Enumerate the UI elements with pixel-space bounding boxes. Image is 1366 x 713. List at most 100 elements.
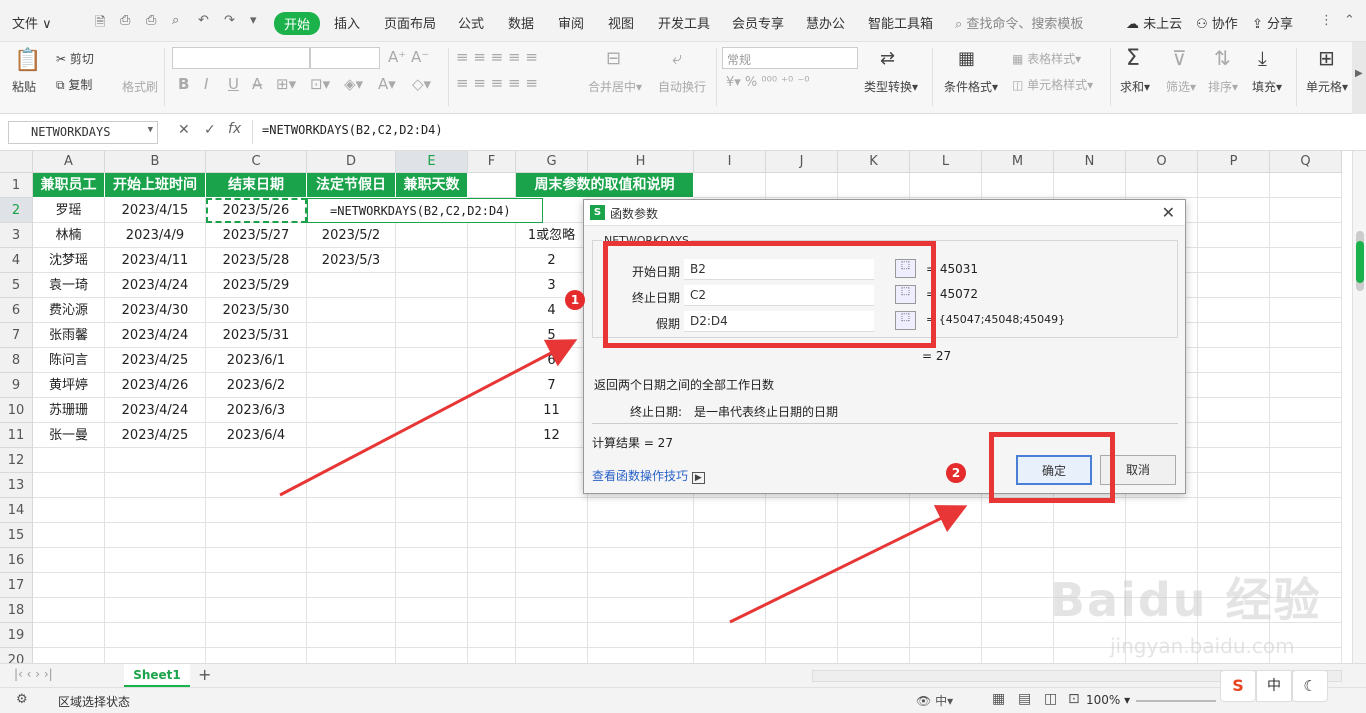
cell-D15[interactable] [307, 523, 396, 548]
cell-P12[interactable] [1198, 448, 1270, 473]
column-header-C[interactable]: C [206, 151, 307, 173]
cell-D10[interactable] [307, 398, 396, 423]
cell-Q5[interactable] [1270, 273, 1342, 298]
collaborate-button[interactable]: ⚇ 协作 [1196, 13, 1238, 32]
cell-F12[interactable] [468, 448, 516, 473]
cell-A6[interactable]: 费沁源 [33, 298, 105, 323]
cell-C9[interactable]: 2023/6/2 [206, 373, 307, 398]
cell-Q7[interactable] [1270, 323, 1342, 348]
cell-B15[interactable] [105, 523, 206, 548]
wrap-button[interactable]: 自动换行 [658, 78, 706, 95]
cell-C15[interactable] [206, 523, 307, 548]
cell-I19[interactable] [694, 623, 766, 648]
cell-P14[interactable] [1198, 498, 1270, 523]
cell-C1[interactable]: 结束日期 [206, 173, 307, 198]
cell-N16[interactable] [1054, 548, 1126, 573]
cell-P15[interactable] [1198, 523, 1270, 548]
cell-G7[interactable]: 5 [516, 323, 588, 348]
cell-I15[interactable] [694, 523, 766, 548]
cell-J20[interactable] [766, 648, 838, 663]
cell-C10[interactable]: 2023/6/3 [206, 398, 307, 423]
cell-Q3[interactable] [1270, 223, 1342, 248]
cell-L19[interactable] [910, 623, 982, 648]
undo-icon[interactable]: ↶ [198, 13, 209, 28]
print-icon[interactable]: ⎙ [146, 13, 156, 28]
cell-A16[interactable] [33, 548, 105, 573]
cell-B10[interactable]: 2023/4/24 [105, 398, 206, 423]
preview-icon[interactable]: ⌕ [172, 13, 179, 28]
cell-K18[interactable] [838, 598, 910, 623]
collapse-icon[interactable]: ⌃ [1344, 13, 1355, 28]
cell-Q6[interactable] [1270, 298, 1342, 323]
cancel-button[interactable]: 取消 [1100, 455, 1176, 485]
cell-I14[interactable] [694, 498, 766, 523]
tab-insert[interactable]: 插入 [334, 13, 360, 32]
cell-Q20[interactable] [1270, 648, 1342, 663]
font-name-select[interactable] [172, 47, 310, 69]
cell-L16[interactable] [910, 548, 982, 573]
cell-O18[interactable] [1126, 598, 1198, 623]
cond-format-button[interactable]: 条件格式▾ [944, 78, 998, 95]
column-header-F[interactable]: F [468, 151, 516, 173]
cell-B4[interactable]: 2023/4/11 [105, 248, 206, 273]
cell-A2[interactable]: 罗瑶 [33, 198, 105, 223]
cell-N18[interactable] [1054, 598, 1126, 623]
column-header-D[interactable]: D [307, 151, 396, 173]
cell-D3[interactable]: 2023/5/2 [307, 223, 396, 248]
cancel-icon[interactable]: ✕ [178, 122, 190, 138]
cell-N1[interactable] [1054, 173, 1126, 198]
ribbon-scroll-right[interactable]: ▶ [1352, 42, 1366, 114]
clear-icon[interactable]: ◇▾ [412, 75, 431, 93]
cell-E15[interactable] [396, 523, 468, 548]
merge-center-button[interactable]: 合并居中▾ [588, 78, 642, 95]
cell-A11[interactable]: 张一曼 [33, 423, 105, 448]
cell-D8[interactable] [307, 348, 396, 373]
cell-E12[interactable] [396, 448, 468, 473]
cell-M20[interactable] [982, 648, 1054, 663]
cell-Q15[interactable] [1270, 523, 1342, 548]
cell-C4[interactable]: 2023/5/28 [206, 248, 307, 273]
cell-F10[interactable] [468, 398, 516, 423]
cell-D11[interactable] [307, 423, 396, 448]
cell-F4[interactable] [468, 248, 516, 273]
row-header-17[interactable]: 17 [0, 573, 33, 598]
cell-L17[interactable] [910, 573, 982, 598]
cell-style-button[interactable]: ◫ 单元格样式▾ [1012, 76, 1093, 93]
merge-center-icon[interactable]: ⊟ [606, 48, 621, 69]
range-picker-start-icon[interactable]: ⬚ [895, 259, 916, 278]
row-header-6[interactable]: 6 [0, 298, 33, 323]
cell-Q9[interactable] [1270, 373, 1342, 398]
paste-button[interactable]: 粘贴 [12, 78, 36, 95]
cell-A14[interactable] [33, 498, 105, 523]
cell-E18[interactable] [396, 598, 468, 623]
cell-C12[interactable] [206, 448, 307, 473]
view-normal-icon[interactable]: ▦ [992, 691, 1005, 707]
cell-D2[interactable]: =NETWORKDAYS(B2,C2,D2:D4) [307, 198, 543, 223]
wrap-icon[interactable]: ⤶ [672, 48, 682, 69]
cell-A17[interactable] [33, 573, 105, 598]
export-icon[interactable]: ⎙ [120, 13, 130, 28]
cell-O1[interactable] [1126, 173, 1198, 198]
cell-A7[interactable]: 张雨馨 [33, 323, 105, 348]
cell-F8[interactable] [468, 348, 516, 373]
tab-review[interactable]: 审阅 [558, 13, 584, 32]
cell-F20[interactable] [468, 648, 516, 663]
cell-B11[interactable]: 2023/4/25 [105, 423, 206, 448]
cell-H17[interactable] [588, 573, 694, 598]
cell-C13[interactable] [206, 473, 307, 498]
cell-Q16[interactable] [1270, 548, 1342, 573]
cell-B13[interactable] [105, 473, 206, 498]
column-header-E[interactable]: E [396, 151, 468, 173]
cell-F19[interactable] [468, 623, 516, 648]
cell-F17[interactable] [468, 573, 516, 598]
cell-E14[interactable] [396, 498, 468, 523]
cell-B16[interactable] [105, 548, 206, 573]
save-icon[interactable]: 🗎 [95, 13, 105, 35]
cell-B19[interactable] [105, 623, 206, 648]
cell-M19[interactable] [982, 623, 1054, 648]
cell-Q2[interactable] [1270, 198, 1342, 223]
column-header-J[interactable]: J [766, 151, 838, 173]
cell-P16[interactable] [1198, 548, 1270, 573]
cell-K14[interactable] [838, 498, 910, 523]
cond-format-icon[interactable]: ▦ [958, 48, 975, 69]
